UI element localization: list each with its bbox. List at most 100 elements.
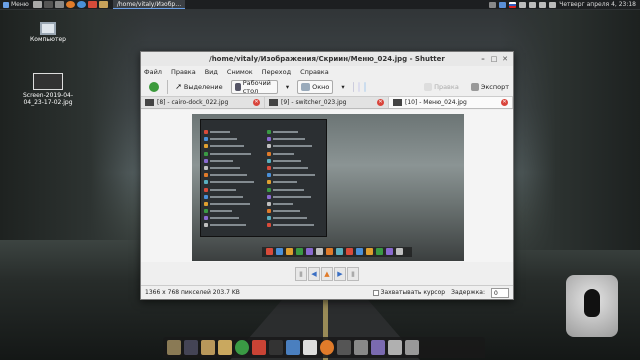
close-button[interactable]: ✕ bbox=[501, 55, 509, 63]
preview-app-icon bbox=[204, 194, 208, 199]
maximize-button[interactable]: □ bbox=[490, 55, 498, 63]
preview-dock-icon bbox=[386, 248, 393, 255]
firefox-launcher-icon[interactable] bbox=[65, 1, 75, 8]
preview-app-icon bbox=[267, 201, 271, 206]
menu-help[interactable]: Справка bbox=[300, 68, 329, 76]
settings-launcher-icon[interactable] bbox=[54, 1, 64, 8]
preview-menu-row bbox=[267, 179, 325, 185]
tab-close-icon[interactable]: ✕ bbox=[253, 99, 260, 106]
window-dropdown[interactable]: ▾ bbox=[337, 80, 348, 94]
preview-menu-row bbox=[267, 129, 325, 135]
first-image-button[interactable]: ▮ bbox=[295, 267, 307, 281]
preview-menu-text bbox=[210, 188, 236, 191]
taskbar-shutter-window[interactable]: /home/vitaly/Изобр… bbox=[112, 0, 185, 9]
window-button[interactable]: Окно bbox=[297, 79, 334, 94]
export-button[interactable]: Экспорт bbox=[467, 80, 513, 94]
battery-icon[interactable] bbox=[549, 1, 557, 8]
web-capture-icon[interactable] bbox=[364, 81, 367, 92]
next-image-button[interactable]: ▶ bbox=[334, 267, 346, 281]
tab-bar: [8] - cairo-dock_022.jpg ✕ [9] - switche… bbox=[141, 97, 513, 109]
menu-go[interactable]: Переход bbox=[262, 68, 291, 76]
language-flag-icon[interactable] bbox=[509, 1, 517, 8]
refresh-button[interactable] bbox=[145, 80, 163, 94]
software-manager-icon[interactable] bbox=[252, 340, 266, 355]
camera-icon[interactable] bbox=[354, 340, 368, 355]
window-titlebar[interactable]: /home/vitaly/Изображения/Скриин/Меню_024… bbox=[141, 52, 513, 66]
menu-capture[interactable]: Снимок bbox=[227, 68, 253, 76]
video-player-icon[interactable] bbox=[337, 340, 351, 355]
firefox-icon[interactable] bbox=[320, 340, 334, 355]
pointer-tool-icon[interactable] bbox=[184, 340, 198, 355]
settings-icon[interactable] bbox=[371, 340, 385, 355]
preview-menu-row bbox=[267, 172, 325, 178]
delay-spinner[interactable]: 0 bbox=[491, 287, 509, 298]
previous-image-button[interactable]: ◀ bbox=[308, 267, 320, 281]
capture-cursor-checkbox[interactable]: Захватывать курсор bbox=[372, 289, 445, 296]
preview-app-icon bbox=[267, 137, 271, 142]
archive-manager-icon[interactable] bbox=[167, 340, 181, 355]
menu-bar: Файл Правка Вид Снимок Переход Справка bbox=[141, 66, 513, 77]
desktop-button[interactable]: Рабочий стол bbox=[230, 79, 278, 95]
preview-menu-text bbox=[210, 195, 243, 198]
trash-icon[interactable] bbox=[405, 340, 419, 355]
tab-switcher[interactable]: [9] - switcher_023.jpg ✕ bbox=[265, 97, 389, 108]
top-panel: Меню /home/vitaly/Изобр… Четверг апреля … bbox=[0, 0, 640, 9]
preview-menu-row bbox=[204, 187, 262, 193]
preview-app-icon bbox=[267, 216, 271, 221]
menu-view[interactable]: Вид bbox=[205, 68, 218, 76]
preview-app-icon bbox=[204, 158, 208, 163]
menu-edit[interactable]: Правка bbox=[171, 68, 196, 76]
clock[interactable]: Четверг апреля 4, 23:18 bbox=[559, 1, 636, 8]
preview-menu-text bbox=[210, 224, 246, 227]
desktop-icon-computer[interactable]: Компьютер bbox=[28, 22, 68, 43]
preview-dock-icon bbox=[376, 248, 383, 255]
preview-menu-text bbox=[210, 138, 237, 141]
menu-capture-icon[interactable] bbox=[352, 81, 355, 92]
desktop-dropdown[interactable]: ▾ bbox=[282, 80, 293, 94]
menu-button[interactable]: Меню bbox=[0, 0, 32, 9]
tab-menu[interactable]: [10] - Меню_024.jpg ✕ bbox=[389, 97, 513, 108]
preview-menu-row bbox=[204, 151, 262, 157]
preview-menu-row bbox=[204, 194, 262, 200]
preview-menu-text bbox=[210, 217, 239, 220]
folder-launcher-icon[interactable] bbox=[98, 1, 108, 8]
volume-icon[interactable] bbox=[529, 1, 537, 8]
tooltip-capture-icon[interactable] bbox=[358, 81, 361, 92]
preview-menu-text bbox=[273, 174, 315, 177]
terminal-launcher-icon[interactable] bbox=[43, 1, 53, 8]
preview-app-icon bbox=[204, 209, 208, 214]
media-launcher-icon[interactable] bbox=[87, 1, 97, 8]
system-monitor-icon[interactable] bbox=[286, 340, 300, 355]
minimize-button[interactable]: – bbox=[479, 55, 487, 63]
tab-cairo-dock[interactable]: [8] - cairo-dock_022.jpg ✕ bbox=[141, 97, 265, 108]
terminal-icon[interactable] bbox=[269, 340, 283, 355]
preview-menu-row bbox=[204, 136, 262, 142]
file-manager-icon[interactable] bbox=[201, 340, 215, 355]
network-icon[interactable] bbox=[519, 1, 527, 8]
play-button[interactable]: ▲ bbox=[321, 267, 333, 281]
tab-close-icon[interactable]: ✕ bbox=[377, 99, 384, 106]
selection-button[interactable]: ➚ Выделение bbox=[171, 80, 226, 94]
cursor-icon: ➚ bbox=[175, 82, 182, 91]
preview-app-icon bbox=[267, 180, 271, 185]
files-launcher-icon[interactable] bbox=[32, 1, 42, 8]
calendar-icon[interactable] bbox=[303, 340, 317, 355]
tab-close-icon[interactable]: ✕ bbox=[501, 99, 508, 106]
update-icon[interactable] bbox=[235, 340, 249, 355]
toolbar: ➚ Выделение Рабочий стол ▾ Окно ▾ Правка… bbox=[141, 77, 513, 97]
preview-app-icon bbox=[204, 201, 208, 206]
notifications-icon[interactable] bbox=[539, 1, 547, 8]
chrome-launcher-icon[interactable] bbox=[76, 1, 86, 8]
documents-icon[interactable] bbox=[218, 340, 232, 355]
image-view[interactable] bbox=[141, 110, 513, 262]
preview-menu-text bbox=[273, 195, 311, 198]
files-icon[interactable] bbox=[388, 340, 402, 355]
preview-menu-row bbox=[267, 194, 325, 200]
last-image-button[interactable]: ▮ bbox=[347, 267, 359, 281]
preview-menu-row bbox=[267, 208, 325, 214]
desktop-icon-screenshot[interactable]: Screen-2019-04-04_23-17-02.jpg bbox=[22, 73, 74, 106]
edit-button[interactable]: Правка bbox=[420, 80, 463, 94]
window-list-icon[interactable] bbox=[489, 1, 497, 8]
menu-file[interactable]: Файл bbox=[144, 68, 162, 76]
updates-icon[interactable] bbox=[499, 1, 507, 8]
